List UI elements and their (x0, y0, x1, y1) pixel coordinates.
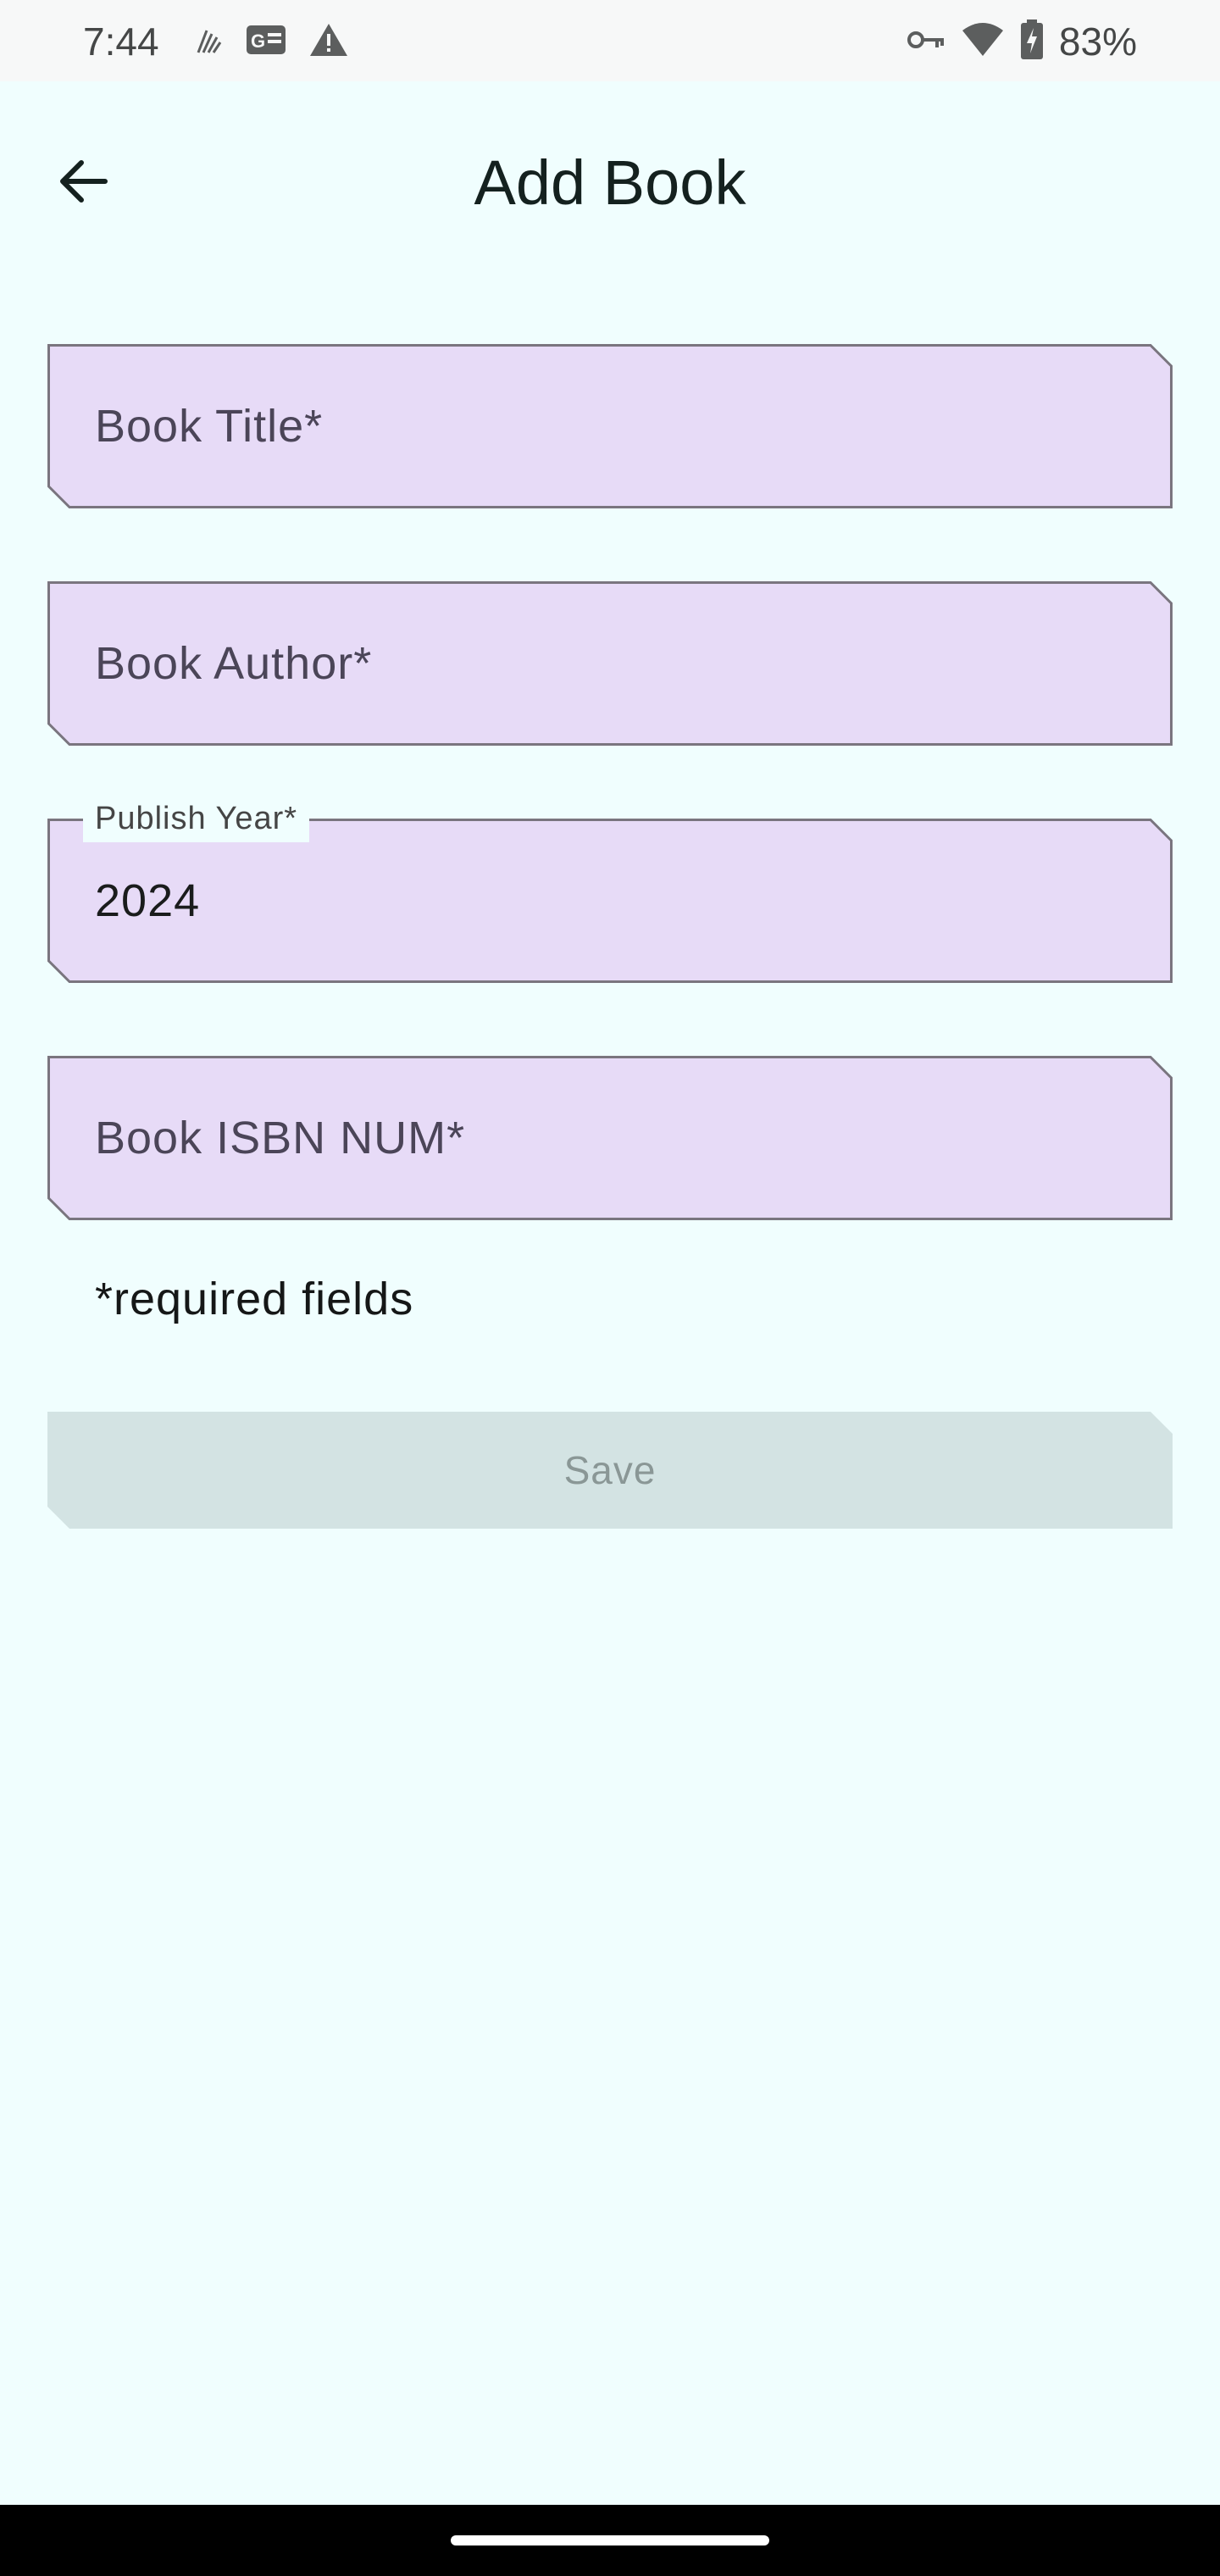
required-fields-note: *required fields (95, 1274, 414, 1324)
status-icons-right: 83% (907, 19, 1137, 64)
app-bar: Add Book (0, 81, 1220, 271)
status-time: 7:44 (83, 19, 159, 64)
book-author-placeholder: Book Author* (95, 638, 373, 689)
signal-scan-icon (195, 25, 224, 58)
svg-text:G: G (251, 31, 265, 52)
navigation-bar (0, 2505, 1220, 2576)
status-icons-left: G (195, 22, 349, 62)
book-author-field[interactable]: Book Author* (47, 581, 1173, 746)
book-title-placeholder: Book Title* (95, 401, 324, 452)
battery-charging-icon (1020, 19, 1044, 64)
book-isbn-field[interactable]: Book ISBN NUM* (47, 1056, 1173, 1220)
vpn-key-icon (907, 27, 946, 57)
save-button-label: Save (563, 1448, 657, 1492)
battery-percent: 83% (1058, 19, 1137, 64)
save-button[interactable]: Save (47, 1412, 1173, 1529)
status-bar: 7:44 G 83% (0, 0, 1220, 81)
book-isbn-placeholder: Book ISBN NUM* (95, 1113, 466, 1163)
page-title: Add Book (474, 147, 746, 218)
card-icon: G (246, 25, 286, 59)
wifi-icon (961, 22, 1005, 62)
book-title-field[interactable]: Book Title* (47, 344, 1173, 508)
publish-year-field[interactable]: Publish Year* 2024 (47, 795, 1173, 983)
publish-year-value: 2024 (95, 875, 201, 926)
warning-icon (308, 22, 349, 62)
home-handle[interactable] (451, 2535, 769, 2545)
